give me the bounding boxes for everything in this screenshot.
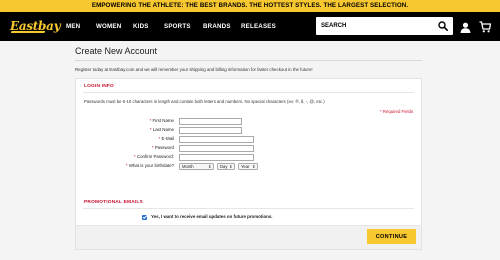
promo-banner[interactable]: EMPOWERING THE ATHLETE: THE BEST BRANDS.… <box>0 0 500 12</box>
intro-text: Register today at Eastbay.com and we wil… <box>75 67 313 72</box>
email-field[interactable] <box>179 136 254 143</box>
select-caret-icon: ⬍ <box>252 164 256 169</box>
section-divider <box>83 208 414 209</box>
nav-brands[interactable]: BRANDS <box>203 12 231 41</box>
birth-month-select[interactable]: Month ⬍ <box>179 163 214 170</box>
nav-sports[interactable]: SPORTS <box>164 12 191 41</box>
logo-swoosh <box>10 31 46 33</box>
birthdate-label: * What is your birthdate? <box>125 163 174 168</box>
promo-email-label[interactable]: Yes, I want to receive email updates on … <box>151 214 273 219</box>
page-title: Create New Account <box>75 46 158 56</box>
nav-men[interactable]: MEN <box>66 12 80 41</box>
birth-day-select[interactable]: Day ⬍ <box>217 163 235 170</box>
promotional-emails-title: PROMOTIONAL EMAILS <box>84 200 143 205</box>
nav-women[interactable]: WOMEN <box>96 12 121 41</box>
last-name-label: * Last Name <box>149 127 174 132</box>
continue-button[interactable]: CONTINUE <box>367 229 416 244</box>
title-divider <box>75 60 422 61</box>
registration-form: LOGIN INFO Passwords must be 6-10 charac… <box>75 78 422 250</box>
password-field[interactable] <box>179 145 254 152</box>
last-name-field[interactable] <box>179 127 242 134</box>
login-info-title: LOGIN INFO <box>84 84 114 89</box>
eastbay-logo[interactable]: Eastbay <box>10 17 61 36</box>
nav-releases[interactable]: RELEASES <box>241 12 276 41</box>
search-input[interactable]: SEARCH <box>321 17 346 35</box>
section-divider <box>83 92 414 93</box>
nav-kids[interactable]: KIDS <box>133 12 149 41</box>
birth-year-select[interactable]: Year ⬍ <box>238 163 258 170</box>
email-label: * E-Mail <box>158 136 174 141</box>
cart-icon[interactable] <box>479 21 491 33</box>
search-icon[interactable] <box>438 21 448 31</box>
select-caret-icon: ⬍ <box>229 164 233 169</box>
required-fields-note: * Required Fields <box>380 109 413 114</box>
confirm-password-field[interactable] <box>179 154 254 161</box>
password-label: * Password <box>151 145 174 150</box>
confirm-password-label: * Confirm Password: <box>133 154 174 159</box>
promo-email-checkbox[interactable] <box>142 215 147 220</box>
user-icon[interactable] <box>460 22 471 33</box>
select-caret-icon: ⬍ <box>208 164 212 169</box>
main-header: Eastbay MEN WOMEN KIDS SPORTS BRANDS REL… <box>0 12 500 41</box>
search-box[interactable]: SEARCH <box>316 17 453 35</box>
password-rules-note: Passwords must be 6-10 characters in len… <box>84 99 325 104</box>
first-name-label: * First Name <box>149 118 174 123</box>
first-name-field[interactable] <box>179 118 242 125</box>
